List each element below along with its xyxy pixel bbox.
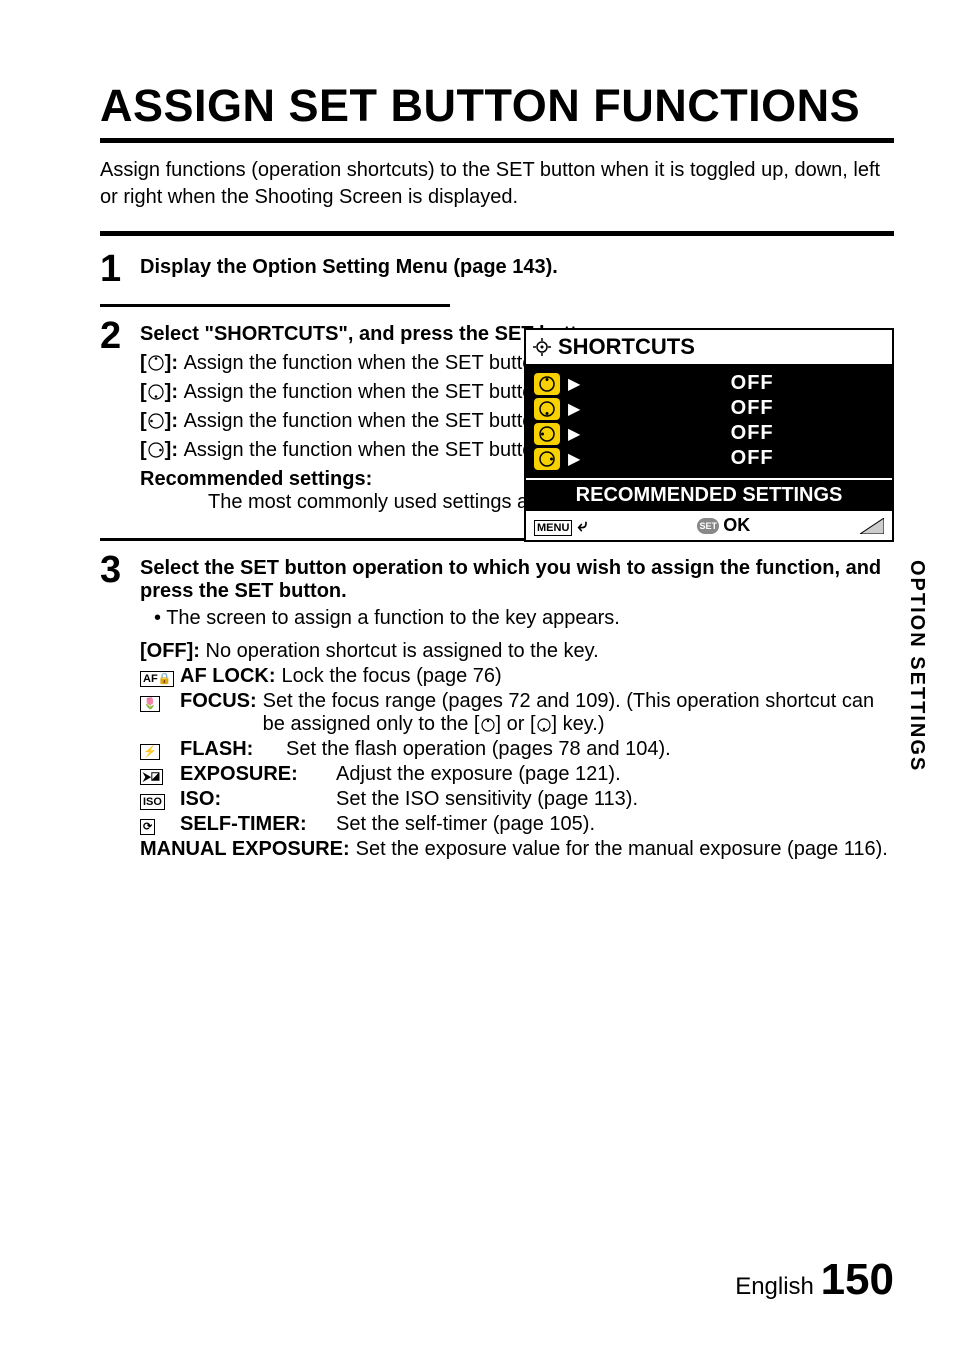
option-selftimer: ⟳ SELF-TIMER: Set the self-timer (page 1… — [140, 813, 894, 836]
side-tab-label: OPTION SETTINGS — [905, 560, 928, 772]
focus-icon: 🌷 — [140, 696, 160, 712]
step-1-text: Display the Option Setting Menu (page 14… — [140, 256, 558, 278]
target-icon — [532, 337, 552, 357]
screen-row-down: ▶ OFF — [534, 397, 884, 420]
play-icon: ▶ — [568, 399, 580, 419]
page-title: ASSIGN SET BUTTON FUNCTIONS — [100, 80, 894, 132]
step-number: 1 — [100, 250, 140, 288]
exposure-icon: ⮞◪ — [140, 769, 163, 785]
screen-row-up: ▶ OFF — [534, 372, 884, 395]
footer-language: English — [735, 1273, 814, 1300]
option-focus: 🌷 FOCUS: Set the focus range (pages 72 a… — [140, 690, 894, 736]
play-icon: ▶ — [568, 424, 580, 444]
play-icon: ▶ — [568, 374, 580, 394]
option-off: [OFF]: No operation shortcut is assigned… — [140, 640, 894, 663]
play-icon: ▶ — [568, 449, 580, 469]
step-1: 1 Display the Option Setting Menu (page … — [100, 250, 894, 288]
option-aflock: AF🔒 AF LOCK: Lock the focus (page 76) — [140, 665, 894, 688]
iso-icon: ISO — [140, 794, 165, 810]
camera-screen: SHORTCUTS ▶ OFF ▶ OFF ▶ OFF — [524, 328, 894, 542]
toggle-down-icon — [538, 400, 556, 418]
return-icon: ⤶ — [577, 515, 587, 535]
step-3: 3 Select the SET button operation to whi… — [100, 551, 894, 861]
corner-mark-icon — [860, 518, 884, 534]
toggle-down-icon — [147, 383, 165, 401]
toggle-right-icon — [147, 441, 165, 459]
rule — [100, 138, 894, 143]
ok-label: OK — [723, 515, 750, 536]
screen-title-text: SHORTCUTS — [558, 334, 695, 360]
set-icon: SET — [697, 518, 719, 534]
rule — [100, 304, 450, 307]
rule — [100, 231, 894, 236]
option-manual-exposure: MANUAL EXPOSURE: Set the exposure value … — [140, 838, 894, 861]
option-flash: ⚡ FLASH: Set the flash operation (pages … — [140, 738, 894, 761]
self-timer-icon: ⟳ — [140, 819, 155, 835]
toggle-down-icon — [536, 717, 552, 733]
menu-button-icon: MENU — [534, 520, 572, 536]
step-number: 3 — [100, 551, 140, 589]
intro-text: Assign functions (operation shortcuts) t… — [100, 157, 894, 211]
option-exposure: ⮞◪ EXPOSURE: Adjust the exposure (page 1… — [140, 763, 894, 786]
step-number: 2 — [100, 317, 140, 355]
toggle-right-icon — [538, 450, 556, 468]
toggle-up-icon — [147, 354, 165, 372]
af-lock-icon: AF🔒 — [140, 671, 174, 687]
page-footer: English 150 — [735, 1255, 894, 1305]
page-number: 150 — [821, 1255, 894, 1304]
toggle-left-icon — [147, 412, 165, 430]
toggle-left-icon — [538, 425, 556, 443]
step-3-heading: Select the SET button operation to which… — [140, 557, 894, 603]
step-3-bullet: • The screen to assign a function to the… — [154, 607, 894, 630]
option-iso: ISO ISO: Set the ISO sensitivity (page 1… — [140, 788, 894, 811]
screen-row-left: ▶ OFF — [534, 422, 884, 445]
recommended-settings-bar: RECOMMENDED SETTINGS — [526, 478, 892, 511]
toggle-up-icon — [538, 375, 556, 393]
flash-icon: ⚡ — [140, 744, 160, 760]
toggle-up-icon — [480, 717, 496, 733]
screen-row-right: ▶ OFF — [534, 447, 884, 470]
